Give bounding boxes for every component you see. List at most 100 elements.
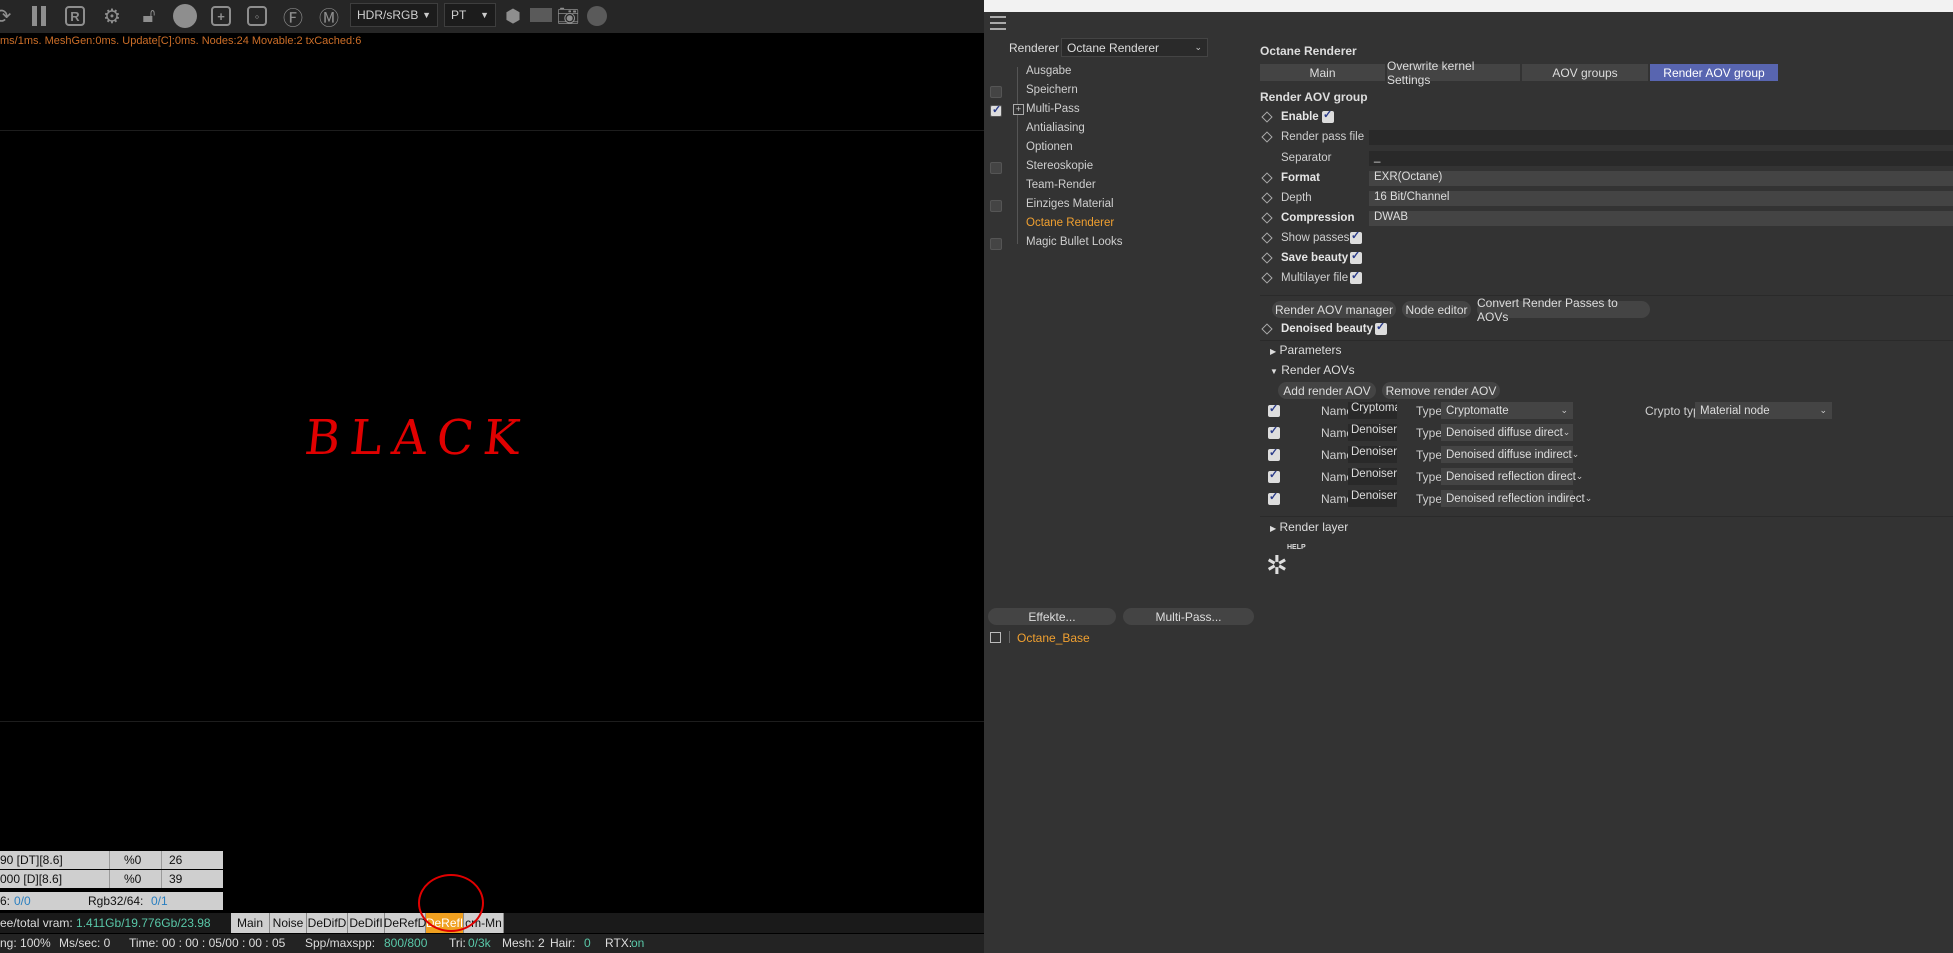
- keyframe-diamond-icon[interactable]: [1261, 232, 1273, 244]
- tree-item-team-render[interactable]: Team-Render: [1026, 179, 1096, 191]
- add-render-aov-button[interactable]: Add render AOV: [1278, 382, 1376, 399]
- tab-overwrite-kernel-settings[interactable]: Overwrite kernel Settings: [1387, 59, 1520, 87]
- render-preset-octane-base[interactable]: Octane_Base: [1017, 631, 1090, 645]
- denoised-beauty-checkbox[interactable]: [1375, 320, 1387, 335]
- tree-item-einziges-material[interactable]: Einziges Material: [1026, 198, 1114, 210]
- tree-item-octane-renderer[interactable]: Octane Renderer: [1026, 217, 1114, 229]
- material-pin-icon[interactable]: Ⓜ: [316, 3, 342, 30]
- status-bar: ng: 100% Ms/sec: 0 Time: 00 : 00 : 05/00…: [0, 934, 984, 953]
- aov-type-select[interactable]: Denoised reflection indirect ⌄: [1441, 490, 1592, 507]
- keyframe-diamond-icon[interactable]: [1261, 323, 1273, 335]
- film-icon[interactable]: [530, 8, 552, 22]
- parameters-group[interactable]: ▶ Parameters: [1270, 343, 1342, 357]
- format-select[interactable]: EXR(Octane): [1369, 171, 1953, 186]
- tree-checkbox-stereoskopie[interactable]: [990, 162, 1002, 174]
- aov-enable-checkbox[interactable]: [1268, 402, 1280, 417]
- compression-row: Compression DWAB: [1260, 210, 1953, 227]
- region-render-icon[interactable]: R: [62, 3, 88, 29]
- tree-item-antialiasing[interactable]: Antialiasing: [1026, 122, 1085, 134]
- aov-name-input[interactable]: Denoiser r: [1348, 490, 1397, 507]
- pass-tab-dedifi[interactable]: DeDifI: [348, 913, 385, 933]
- render-aov-manager-button[interactable]: Render AOV manager: [1272, 301, 1396, 318]
- tab-render-aov-group[interactable]: Render AOV group: [1650, 64, 1778, 81]
- status-sampling: ng: 100%: [0, 936, 51, 950]
- cube-icon[interactable]: ⬢: [500, 3, 526, 29]
- keyframe-diamond-icon[interactable]: [1261, 131, 1273, 143]
- gear-icon[interactable]: ⚙: [99, 3, 125, 29]
- tree-checkbox-speichern[interactable]: [990, 86, 1002, 98]
- remove-render-aov-button[interactable]: Remove render AOV: [1382, 382, 1500, 399]
- keyframe-diamond-icon[interactable]: [1261, 192, 1273, 204]
- octane-help-logo[interactable]: ✲ HELP: [1266, 542, 1306, 580]
- effects-button[interactable]: Effekte...: [988, 608, 1116, 625]
- panel-title: Octane Renderer: [1260, 44, 1357, 58]
- pass-tab-main[interactable]: Main: [231, 913, 270, 933]
- compression-select[interactable]: DWAB: [1369, 211, 1953, 226]
- render-pass-file-input[interactable]: [1369, 130, 1953, 145]
- aov-enable-checkbox[interactable]: [1268, 490, 1280, 505]
- tree-checkbox-multi-pass[interactable]: [990, 103, 1002, 117]
- keyframe-diamond-icon[interactable]: [1261, 252, 1273, 264]
- save-beauty-checkbox[interactable]: [1350, 249, 1362, 264]
- keyframe-diamond-icon[interactable]: [1261, 172, 1273, 184]
- record-icon[interactable]: [584, 3, 610, 29]
- camera-icon[interactable]: 📷︎: [555, 3, 581, 29]
- pass-tab-dedifd[interactable]: DeDifD: [307, 913, 348, 933]
- depth-select[interactable]: 16 Bit/Channel: [1369, 191, 1953, 206]
- renderer-select[interactable]: Octane Renderer ⌄: [1061, 38, 1208, 57]
- tree-item-stereoskopie[interactable]: Stereoskopie: [1026, 160, 1093, 172]
- aov-name-input[interactable]: Denoiser r: [1348, 468, 1397, 485]
- tree-item-ausgabe[interactable]: Ausgabe: [1026, 65, 1071, 77]
- aov-name-input[interactable]: Denoiser d: [1348, 424, 1397, 441]
- pause-icon[interactable]: [26, 3, 52, 29]
- device-value: 39: [169, 872, 183, 886]
- hamburger-menu-icon[interactable]: [990, 16, 1006, 30]
- unlock-icon[interactable]: 🔓︎: [136, 3, 162, 29]
- enable-checkbox[interactable]: [1322, 108, 1334, 123]
- aov-name-input[interactable]: Cryptomat: [1348, 402, 1397, 419]
- show-passes-checkbox[interactable]: [1350, 229, 1362, 244]
- multi-pass-button[interactable]: Multi-Pass...: [1123, 608, 1254, 625]
- pass-tab-noise[interactable]: Noise: [270, 913, 307, 933]
- aov-type-select[interactable]: Denoised reflection direct ⌄: [1441, 468, 1583, 485]
- node-editor-button[interactable]: Node editor: [1402, 301, 1471, 318]
- aov-enable-checkbox[interactable]: [1268, 446, 1280, 461]
- material-ball-icon[interactable]: [172, 3, 198, 29]
- aov-enable-checkbox[interactable]: [1268, 424, 1280, 439]
- refresh-icon[interactable]: ⟳: [0, 3, 16, 29]
- focus-pin-icon[interactable]: Ⓕ: [280, 3, 306, 30]
- tab-main[interactable]: Main: [1260, 64, 1385, 81]
- render-pass-file-label: Render pass file: [1281, 131, 1365, 143]
- aov-type-select[interactable]: Denoised diffuse indirect ⌄: [1441, 446, 1579, 463]
- add-region-icon[interactable]: +: [208, 3, 234, 29]
- aov-name-input[interactable]: Denoiser d: [1348, 446, 1397, 463]
- tab-aov-groups[interactable]: AOV groups: [1522, 64, 1648, 81]
- tree-item-speichern[interactable]: Speichern: [1026, 84, 1078, 96]
- aov-enable-checkbox[interactable]: [1268, 468, 1280, 483]
- separator-label: Separator: [1281, 152, 1332, 164]
- render-aovs-group[interactable]: ▼ Render AOVs: [1270, 363, 1355, 377]
- denoised-beauty-label: Denoised beauty: [1281, 323, 1374, 335]
- keyframe-diamond-icon[interactable]: [1261, 212, 1273, 224]
- aov-type-select[interactable]: Denoised diffuse direct ⌄: [1441, 424, 1573, 441]
- crypto-type-select[interactable]: Material node ⌄: [1695, 402, 1832, 419]
- keyframe-diamond-icon[interactable]: [1261, 111, 1273, 123]
- tree-checkbox-einziges-material[interactable]: [990, 200, 1002, 212]
- render-layer-group[interactable]: ▶ Render layer: [1270, 520, 1348, 534]
- tree-item-optionen[interactable]: Optionen: [1026, 141, 1073, 153]
- expand-icon[interactable]: +: [1013, 104, 1024, 115]
- kernel-select[interactable]: PT ▼: [444, 3, 496, 27]
- aov-type-label: Type: [1416, 492, 1443, 506]
- tree-item-magic-bullet-looks[interactable]: Magic Bullet Looks: [1026, 236, 1123, 248]
- pass-tab-derefd[interactable]: DeRefD: [384, 913, 426, 933]
- keyframe-diamond-icon[interactable]: [1261, 272, 1273, 284]
- aov-type-select[interactable]: Cryptomatte ⌄: [1441, 402, 1573, 419]
- color-space-select[interactable]: HDR/sRGB ▼: [350, 3, 438, 27]
- convert-render-passes-button[interactable]: Convert Render Passes to AOVs: [1477, 296, 1650, 324]
- separator-input[interactable]: _: [1369, 151, 1953, 166]
- status-tri-value: 0/3k: [468, 936, 491, 950]
- tree-item-multi-pass[interactable]: Multi-Pass: [1026, 103, 1080, 115]
- multilayer-file-checkbox[interactable]: [1350, 269, 1362, 284]
- pick-focus-icon[interactable]: ◦: [244, 3, 270, 29]
- tree-checkbox-magic-bullet-looks[interactable]: [990, 238, 1002, 250]
